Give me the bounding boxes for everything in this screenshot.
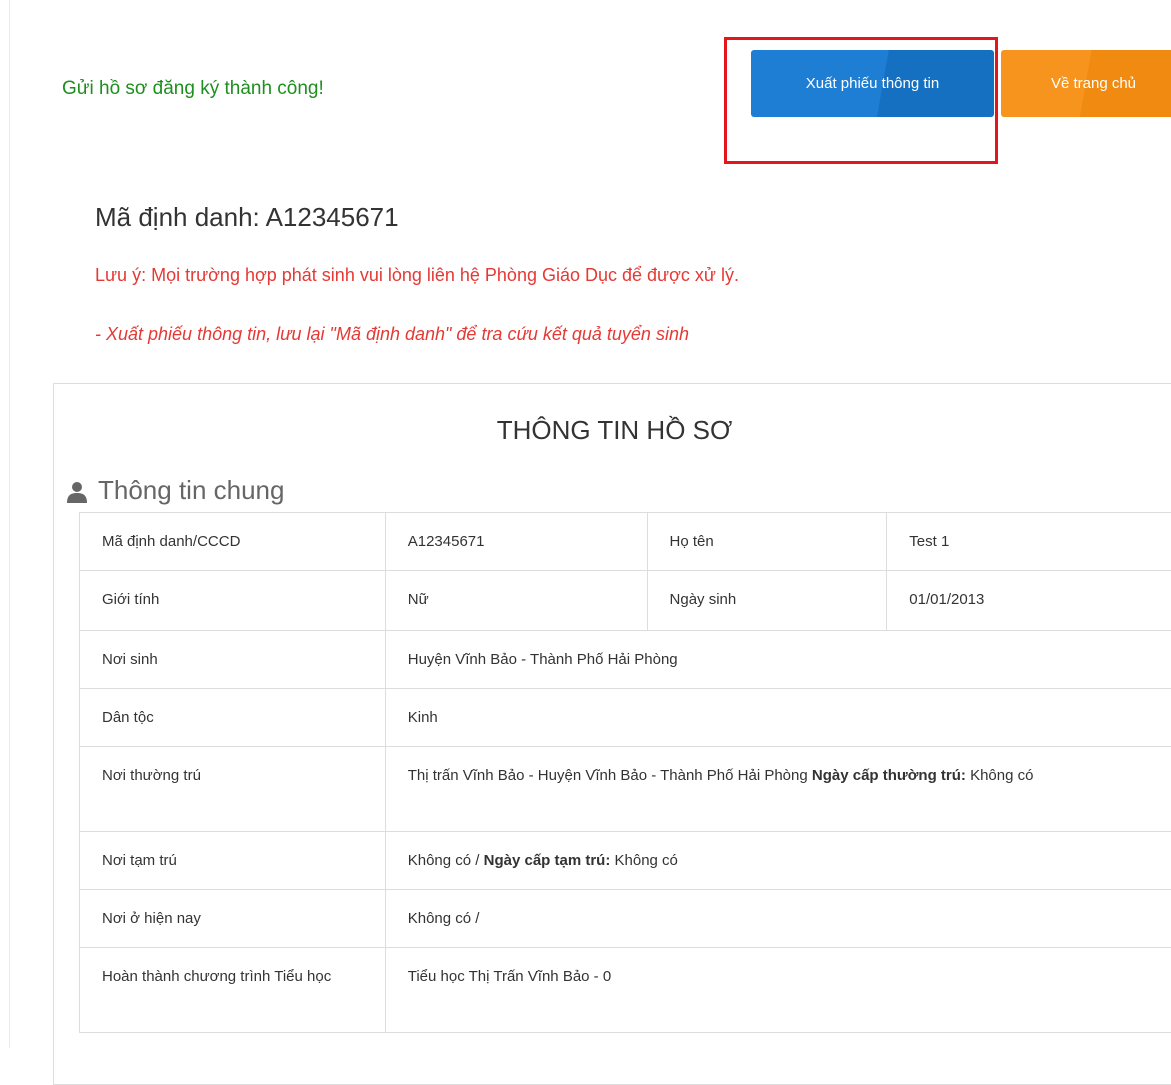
permanent-residence-value: Thị trấn Vĩnh Bảo - Huyện Vĩnh Bảo - Thà… — [385, 747, 1171, 832]
user-icon — [66, 481, 88, 503]
table-label: Họ tên — [647, 513, 887, 571]
temporary-date-label: Ngày cấp tạm trú: — [484, 852, 611, 869]
card-title: THÔNG TIN HỒ SƠ — [54, 415, 1171, 446]
section-heading: Thông tin chung — [66, 475, 284, 506]
table-label: Dân tộc — [80, 689, 386, 747]
table-label: Giới tính — [80, 571, 386, 631]
home-button[interactable]: Về trang chủ — [1001, 50, 1171, 117]
success-message: Gửi hồ sơ đăng ký thành công! — [62, 78, 324, 100]
table-row: Mã định danh/CCCD A12345671 Họ tên Test … — [80, 513, 1171, 571]
table-value: Tiểu học Thị Trấn Vĩnh Bảo - 0 — [385, 948, 1171, 1033]
export-info-button[interactable]: Xuất phiếu thông tin — [751, 50, 994, 117]
general-info-table: Mã định danh/CCCD A12345671 Họ tên Test … — [79, 512, 1171, 1033]
section-title-text: Thông tin chung — [98, 475, 284, 506]
table-label: Nơi ở hiện nay — [80, 890, 386, 948]
temporary-residence-value: Không có / Ngày cấp tạm trú: Không có — [385, 832, 1171, 890]
table-value: Không có / — [385, 890, 1171, 948]
contact-note: Lưu ý: Mọi trường hợp phát sinh vui lòng… — [95, 265, 739, 286]
export-reminder-note: - Xuất phiếu thông tin, lưu lại "Mã định… — [95, 324, 689, 345]
table-row: Nơi ở hiện nay Không có / — [80, 890, 1171, 948]
table-value: A12345671 — [385, 513, 647, 571]
temporary-address: Không có / — [408, 852, 480, 869]
table-value: Test 1 — [887, 513, 1171, 571]
export-button-label: Xuất phiếu thông tin — [806, 75, 939, 92]
table-label: Mã định danh/CCCD — [80, 513, 386, 571]
table-row: Nơi tạm trú Không có / Ngày cấp tạm trú:… — [80, 832, 1171, 890]
table-label: Hoàn thành chương trình Tiểu học — [80, 948, 386, 1033]
table-value: 01/01/2013 — [887, 571, 1171, 631]
permanent-date-label: Ngày cấp thường trú: — [812, 767, 966, 784]
home-button-label: Về trang chủ — [1051, 75, 1136, 92]
identifier-heading: Mã định danh: A12345671 — [95, 202, 399, 233]
permanent-address: Thị trấn Vĩnh Bảo - Huyện Vĩnh Bảo - Thà… — [408, 767, 808, 784]
table-row: Giới tính Nữ Ngày sinh 01/01/2013 — [80, 571, 1171, 631]
temporary-date-value: Không có — [615, 852, 678, 869]
table-row: Nơi sinh Huyện Vĩnh Bảo - Thành Phố Hải … — [80, 631, 1171, 689]
left-divider — [9, 0, 10, 1048]
permanent-date-value: Không có — [970, 767, 1033, 784]
table-label: Nơi thường trú — [80, 747, 386, 832]
table-value: Kinh — [385, 689, 1171, 747]
table-label: Nơi tạm trú — [80, 832, 386, 890]
table-row: Nơi thường trú Thị trấn Vĩnh Bảo - Huyện… — [80, 747, 1171, 832]
table-label: Ngày sinh — [647, 571, 887, 631]
profile-card: THÔNG TIN HỒ SƠ Thông tin chung Mã định … — [53, 383, 1171, 1085]
table-value: Huyện Vĩnh Bảo - Thành Phố Hải Phòng — [385, 631, 1171, 689]
table-row: Hoàn thành chương trình Tiểu học Tiểu họ… — [80, 948, 1171, 1033]
table-row: Dân tộc Kinh — [80, 689, 1171, 747]
table-label: Nơi sinh — [80, 631, 386, 689]
table-value: Nữ — [385, 571, 647, 631]
